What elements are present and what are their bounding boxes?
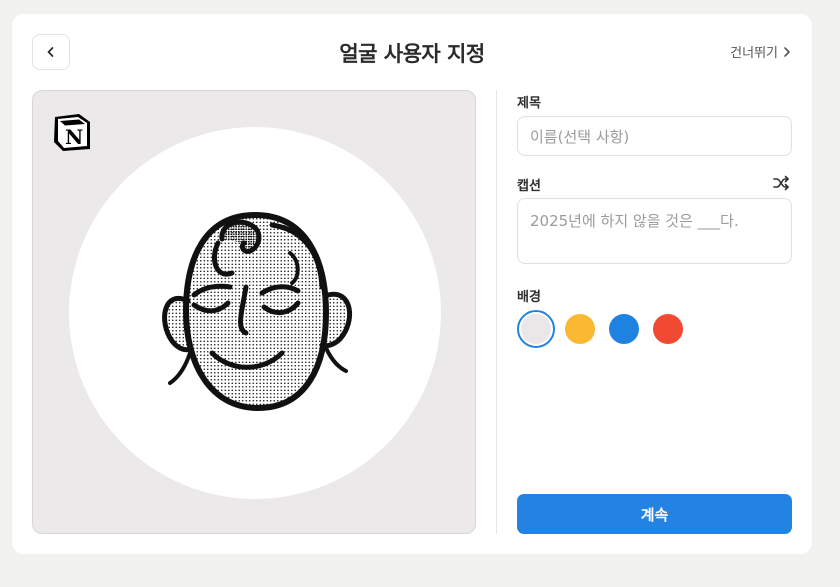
- background-label: 배경: [517, 290, 541, 305]
- swatch-yellow-fill: [565, 314, 595, 344]
- title-input[interactable]: 이름(선택 사항): [517, 116, 792, 156]
- background-swatches: [517, 310, 687, 348]
- skip-label: 건너뛰기: [730, 46, 778, 61]
- swatch-blue[interactable]: [605, 310, 643, 348]
- shuffle-icon[interactable]: [772, 174, 790, 192]
- chevron-right-icon: [784, 46, 790, 57]
- panel-divider: [496, 90, 497, 534]
- swatch-gray-fill: [521, 314, 551, 344]
- caption-placeholder: 2025년에 하지 않을 것은 ___다.: [530, 212, 739, 230]
- page-title: 얼굴 사용자 지정: [339, 42, 485, 66]
- continue-button[interactable]: 계속: [517, 494, 792, 534]
- swatch-blue-fill: [609, 314, 639, 344]
- notion-logo-icon: N: [54, 114, 90, 151]
- face-circle: [69, 127, 441, 499]
- skip-link[interactable]: 건너뛰기: [730, 42, 792, 61]
- caption-input[interactable]: 2025년에 하지 않을 것은 ___다.: [517, 198, 792, 264]
- caption-label: 캡션: [517, 179, 541, 194]
- swatch-red-fill: [653, 314, 683, 344]
- customize-face-card: 얼굴 사용자 지정 건너뛰기 N 제목 이름(선택 사항) 캡션 2025년에 …: [12, 14, 812, 554]
- swatch-yellow[interactable]: [561, 310, 599, 348]
- face-illustration: [162, 211, 353, 412]
- title-label: 제목: [517, 96, 541, 111]
- swatch-red[interactable]: [649, 310, 687, 348]
- avatar-preview: N: [32, 90, 476, 534]
- title-placeholder: 이름(선택 사항): [530, 127, 630, 146]
- svg-text:N: N: [65, 125, 83, 149]
- swatch-gray[interactable]: [517, 310, 555, 348]
